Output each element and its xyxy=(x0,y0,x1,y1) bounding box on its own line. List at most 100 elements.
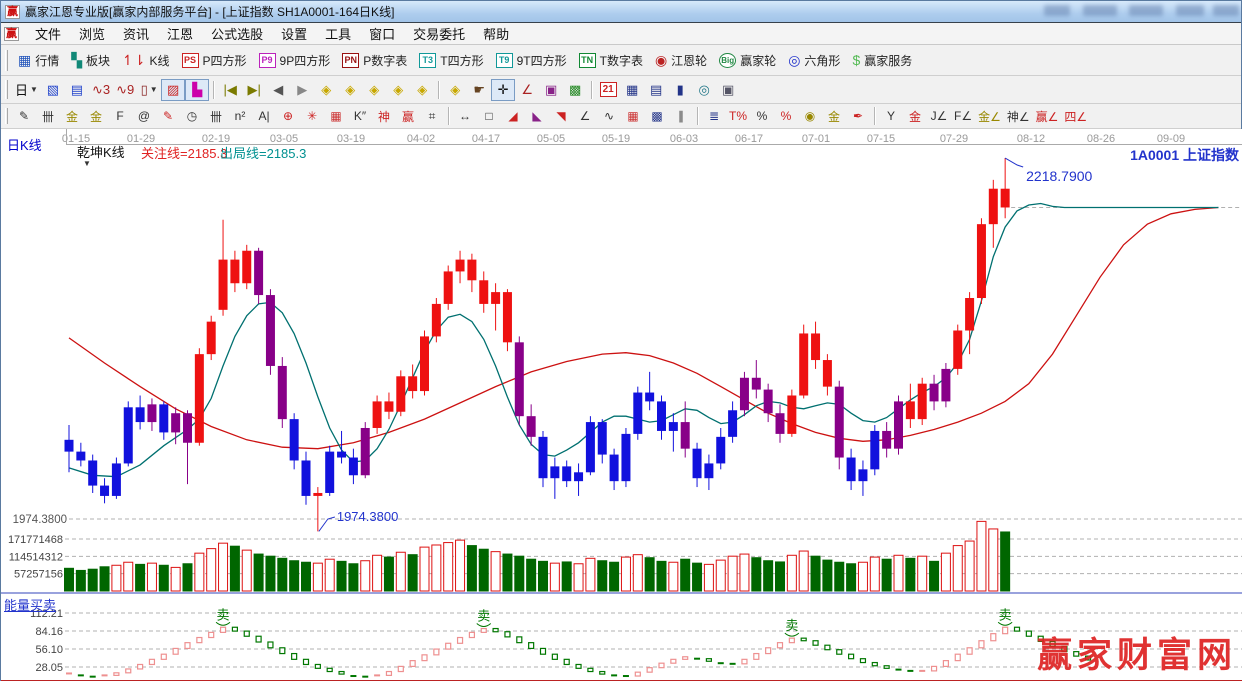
menu-trade-entrust[interactable]: 交易委托 xyxy=(404,22,474,45)
pan-hand-icon[interactable]: ☛ xyxy=(467,79,491,101)
toolbar-grip[interactable] xyxy=(5,108,8,125)
fence-icon[interactable]: 卌 xyxy=(36,106,60,126)
parallel-lines-icon[interactable]: ∥ xyxy=(669,106,693,126)
f-angle-icon[interactable]: F∠ xyxy=(951,106,975,126)
menu-tools[interactable]: 工具 xyxy=(316,22,360,45)
square-tool-icon[interactable]: □ xyxy=(477,106,501,126)
shen-angle-icon[interactable]: 神∠ xyxy=(1004,106,1033,126)
pen-icon[interactable]: ✎ xyxy=(12,106,36,126)
wave-3-icon[interactable]: ∿3 xyxy=(89,79,113,101)
pattern-overlay-icon[interactable]: ▧ xyxy=(41,79,65,101)
menu-gann[interactable]: 江恩 xyxy=(158,22,202,45)
circle-cross-icon[interactable]: ⊕ xyxy=(276,106,300,126)
expand-icon[interactable]: ◈ xyxy=(410,79,434,101)
gold-red-icon[interactable]: 金 xyxy=(903,106,927,126)
n-squared-icon[interactable]: n² xyxy=(228,106,252,126)
spiral-icon[interactable]: @ xyxy=(132,106,156,126)
menu-news[interactable]: 资讯 xyxy=(114,22,158,45)
k-double-icon[interactable]: K″ xyxy=(348,106,372,126)
menu-file[interactable]: 文件 xyxy=(26,22,70,45)
t-square-button[interactable]: T3T四方形 xyxy=(413,49,489,72)
candle-style-dropdown[interactable]: ▯▼ xyxy=(137,79,161,101)
export-globe-icon[interactable]: ◎ xyxy=(692,79,716,101)
9t-square-button[interactable]: T99T四方形 xyxy=(490,49,573,72)
qiankun-pattern-icon[interactable]: ▨ xyxy=(161,79,185,101)
save-icon[interactable]: ▮ xyxy=(668,79,692,101)
menu-window[interactable]: 窗口 xyxy=(360,22,404,45)
percent-line-icon[interactable]: % xyxy=(774,106,798,126)
zoom-out-left-icon[interactable]: ◈ xyxy=(314,79,338,101)
fan-red-icon[interactable]: ◢ xyxy=(501,106,525,126)
prev-page-icon[interactable]: ◀ xyxy=(266,79,290,101)
win-angle-icon[interactable]: 赢∠ xyxy=(1033,106,1062,126)
gann-wheel-button[interactable]: ◉江恩轮 xyxy=(649,49,713,72)
fan-box-icon[interactable]: ◥ xyxy=(549,106,573,126)
red-pen-icon[interactable]: ✎ xyxy=(156,106,180,126)
wave-9-icon[interactable]: ∿9 xyxy=(113,79,137,101)
gold-angle-icon[interactable]: 金∠ xyxy=(975,106,1004,126)
trendline-icon[interactable]: ∠ xyxy=(515,79,539,101)
zoom-horizontal-icon[interactable]: ◈ xyxy=(362,79,386,101)
ruler-123-icon[interactable]: ⌗ xyxy=(420,106,444,126)
compress-icon[interactable]: ◈ xyxy=(386,79,410,101)
gold-fence2-icon[interactable]: 金 xyxy=(84,106,108,126)
menu-formula-stock-pick[interactable]: 公式选股 xyxy=(202,22,272,45)
kline-chart-canvas[interactable]: 01-1501-2902-1903-0503-1904-0204-1705-05… xyxy=(1,129,1242,681)
bars-icon[interactable]: ≣ xyxy=(702,106,726,126)
9p-square-button[interactable]: P99P四方形 xyxy=(253,49,337,72)
p-square-button[interactable]: PSP四方形 xyxy=(176,49,253,72)
energy-panel-label[interactable]: 能量买卖 xyxy=(4,595,56,614)
volume-profile-icon[interactable]: ▙ xyxy=(185,79,209,101)
chart-area[interactable]: 01-1501-2902-1903-0503-1904-0204-1705-05… xyxy=(1,129,1242,681)
crosshair-icon[interactable]: ✛ xyxy=(491,79,515,101)
j-angle-icon[interactable]: J∠ xyxy=(927,106,951,126)
first-page-icon[interactable]: |◀ xyxy=(218,79,242,101)
four-angle-icon[interactable]: 四∠ xyxy=(1061,106,1090,126)
star-burst-icon[interactable]: ✳ xyxy=(300,106,324,126)
pattern-green-icon[interactable]: ▩ xyxy=(563,79,587,101)
gold-circle-icon[interactable]: ◉ xyxy=(798,106,822,126)
grid-red-icon[interactable]: ▦ xyxy=(621,106,645,126)
zoom-in-right-icon[interactable]: ◈ xyxy=(338,79,362,101)
qiankun-kline-dropdown[interactable]: 乾坤K线 ▼ xyxy=(77,142,125,168)
calculator-icon[interactable]: ▦ xyxy=(620,79,644,101)
t-percent-icon[interactable]: T% xyxy=(726,106,750,126)
zigzag-icon[interactable]: ∿ xyxy=(597,106,621,126)
a-divider-icon[interactable]: A| xyxy=(252,106,276,126)
grid-star-icon[interactable]: ▦ xyxy=(324,106,348,126)
width-measure-icon[interactable]: ↔ xyxy=(453,106,477,126)
fan-purple-icon[interactable]: ◣ xyxy=(525,106,549,126)
p-number-table-button[interactable]: PNP数字表 xyxy=(336,49,413,72)
hexagon-button[interactable]: ◎六角形 xyxy=(782,49,846,72)
kline-button[interactable]: ↿⇂K线 xyxy=(116,49,175,72)
snapshot-icon[interactable]: ▣ xyxy=(716,79,740,101)
last-page-icon[interactable]: ▶| xyxy=(242,79,266,101)
clock-cycle-icon[interactable]: ◷ xyxy=(180,106,204,126)
shen-fence-icon[interactable]: 神 xyxy=(372,106,396,126)
toolbar-grip[interactable] xyxy=(5,50,8,71)
gann-box-icon[interactable]: ▣ xyxy=(539,79,563,101)
ink-pen-icon[interactable]: ✒ xyxy=(846,106,870,126)
win-box-icon[interactable]: 赢 xyxy=(396,106,420,126)
y-tool-icon[interactable]: Y xyxy=(879,106,903,126)
grid-blue-icon[interactable]: ▩ xyxy=(645,106,669,126)
menu-settings[interactable]: 设置 xyxy=(272,22,316,45)
toolbar-grip[interactable] xyxy=(5,80,8,99)
winner-wheel-button[interactable]: Big赢家轮 xyxy=(713,49,782,72)
winner-service-button[interactable]: $赢家服务 xyxy=(846,49,918,72)
notes-icon[interactable]: ▤ xyxy=(644,79,668,101)
gold-fence-icon[interactable]: 金 xyxy=(60,106,84,126)
fence2-icon[interactable]: 卌 xyxy=(204,106,228,126)
f-fence-icon[interactable]: F xyxy=(108,106,132,126)
info-panel-icon[interactable]: ▤ xyxy=(65,79,89,101)
menu-browse[interactable]: 浏览 xyxy=(70,22,114,45)
t-number-table-button[interactable]: TNT数字表 xyxy=(573,49,649,72)
gold-line-icon[interactable]: 金 xyxy=(822,106,846,126)
sectors-button[interactable]: ▚板块 xyxy=(65,49,116,72)
rays-icon[interactable]: ∠ xyxy=(573,106,597,126)
next-page-icon[interactable]: ▶ xyxy=(290,79,314,101)
quotes-button[interactable]: ▦行情 xyxy=(12,49,65,72)
move-diamond-icon[interactable]: ◈ xyxy=(443,79,467,101)
percent-icon[interactable]: % xyxy=(750,106,774,126)
menu-help[interactable]: 帮助 xyxy=(474,22,518,45)
